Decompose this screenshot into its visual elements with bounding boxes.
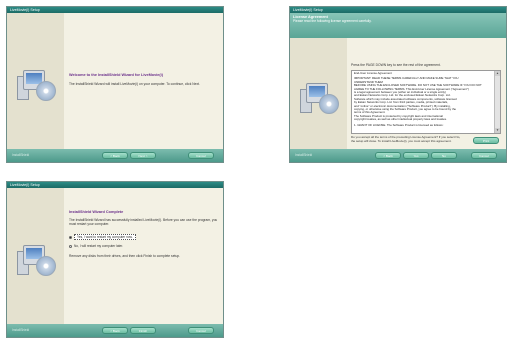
welcome-body: Welcome to the InstallShield Wizard for …: [7, 13, 223, 151]
brand-label: InstallShield: [12, 328, 30, 332]
license-instruction: Press the PAGE DOWN key to see the rest …: [351, 63, 441, 67]
cancel-button[interactable]: Cancel: [188, 327, 214, 334]
radio-unselected-icon[interactable]: [69, 244, 72, 248]
license-scrollbar[interactable]: ▲ ▼: [494, 71, 500, 133]
brand-label: InstallShield: [12, 153, 30, 157]
complete-footer-note: Remove any disks from their drives, and …: [69, 254, 181, 258]
back-button[interactable]: < Back: [102, 152, 128, 159]
license-line: End-User License Agreement: [354, 71, 392, 75]
complete-body: InstallShield Wizard Complete The Instal…: [7, 188, 223, 326]
setup-graphic: [7, 13, 64, 151]
banner-subtitle: Please read the following license agreem…: [293, 19, 372, 23]
button-bar: InstallShield < Back Next > Cancel: [7, 149, 223, 162]
no-button[interactable]: No: [431, 152, 457, 159]
cd-disc-icon: [36, 81, 56, 101]
complete-window: LiveMovie(i) Setup InstallShield Wizard …: [6, 181, 224, 338]
yes-button[interactable]: Yes: [403, 152, 429, 159]
scroll-up-icon[interactable]: ▲: [495, 71, 500, 76]
cd-disc-icon: [36, 256, 56, 276]
cancel-button[interactable]: Cancel: [471, 152, 497, 159]
print-button[interactable]: Print: [473, 137, 499, 144]
scroll-down-icon[interactable]: ▼: [495, 128, 500, 133]
restart-now-label: Yes, I want to restart my computer now.: [74, 234, 136, 240]
license-textbox[interactable]: End-User License Agreement IMPORTANT: RE…: [351, 70, 501, 134]
license-window: LiveMovie(i) Setup License Agreement Ple…: [289, 6, 507, 163]
welcome-text: The InstallShield Wizard will install Li…: [69, 82, 200, 86]
back-button[interactable]: < Back: [102, 327, 128, 334]
button-bar: InstallShield < Back Yes No Cancel: [290, 149, 506, 162]
complete-heading: InstallShield Wizard Complete: [69, 210, 124, 214]
license-body: Press the PAGE DOWN key to see the rest …: [290, 38, 506, 151]
button-bar: InstallShield < Back Finish Cancel: [7, 324, 223, 337]
finish-button[interactable]: Finish: [130, 327, 156, 334]
welcome-window: LiveMovie(i) Setup Welcome to the Instal…: [6, 6, 224, 163]
license-line: 1. GRANT OF LICENSE. The Software Produc…: [354, 122, 444, 127]
license-question: Do you accept all the terms of the prece…: [351, 135, 461, 143]
setup-graphic: [7, 188, 64, 326]
radio-selected-icon[interactable]: [69, 235, 72, 239]
setup-graphic: [290, 38, 347, 151]
license-banner: License Agreement Please read the follow…: [290, 13, 506, 38]
next-button[interactable]: Next >: [130, 152, 156, 159]
restart-now-option[interactable]: Yes, I want to restart my computer now.: [69, 234, 136, 240]
restart-later-label: No, I will restart my computer later.: [74, 244, 124, 248]
welcome-heading: Welcome to the InstallShield Wizard for …: [69, 73, 163, 77]
cancel-button[interactable]: Cancel: [188, 152, 214, 159]
license-line: copyright treaties, as well as other int…: [354, 117, 447, 122]
brand-label: InstallShield: [295, 153, 313, 157]
restart-later-option[interactable]: No, I will restart my computer later.: [69, 244, 123, 248]
back-button[interactable]: < Back: [375, 152, 401, 159]
cd-disc-icon: [319, 94, 339, 114]
complete-text: The InstallShield Wizard has successfull…: [69, 218, 218, 226]
